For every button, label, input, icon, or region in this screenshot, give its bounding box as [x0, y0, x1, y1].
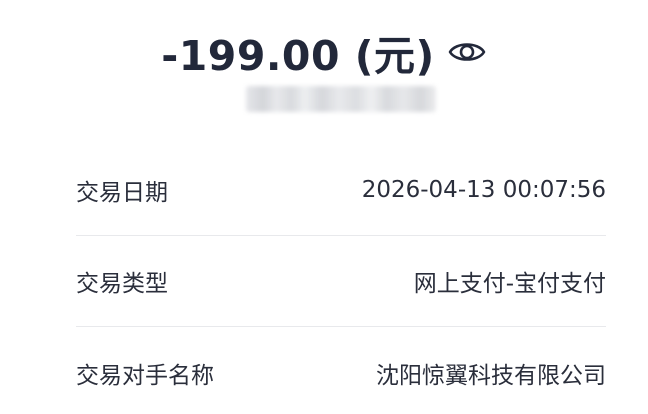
detail-value: 沈阳惊翼科技有限公司: [376, 362, 606, 389]
transaction-detail-page: -199.00 (元) 交易日期 2026-04-13 00:07:56 交易类…: [0, 0, 648, 414]
detail-row-date: 交易日期 2026-04-13 00:07:56: [76, 145, 606, 236]
amount-header: -199.00 (元): [0, 22, 648, 82]
eye-icon[interactable]: [447, 38, 487, 66]
detail-list: 交易日期 2026-04-13 00:07:56 交易类型 网上支付-宝付支付 …: [76, 145, 606, 414]
detail-value: 2026-04-13 00:07:56: [361, 177, 606, 203]
detail-label: 交易对手名称: [76, 362, 214, 389]
detail-value: 网上支付-宝付支付: [413, 271, 606, 297]
blurred-account-info: [246, 86, 436, 112]
detail-label: 交易类型: [76, 271, 168, 297]
transaction-amount: -199.00 (元): [161, 32, 435, 80]
detail-label: 交易日期: [76, 180, 168, 206]
detail-row-counterparty: 交易对手名称 沈阳惊翼科技有限公司: [76, 327, 606, 414]
detail-row-type: 交易类型 网上支付-宝付支付: [76, 236, 606, 327]
